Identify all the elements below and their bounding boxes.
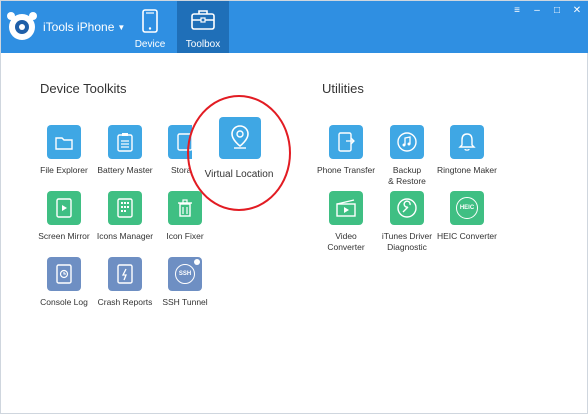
ssh-icon-text: SSH [175, 264, 195, 284]
toolbox-icon [191, 10, 215, 30]
tab-toolbox[interactable]: Toolbox [177, 1, 229, 53]
tool-video-converter[interactable]: Video Converter [311, 191, 381, 253]
folder-icon [47, 125, 81, 159]
tool-label: File Explorer [40, 165, 88, 175]
phone-transfer-icon [329, 125, 363, 159]
tab-toolbox-label: Toolbox [185, 39, 221, 50]
tool-label: Console Log [40, 297, 88, 307]
tool-ringtone-maker[interactable]: Ringtone Maker [432, 125, 502, 176]
wrench-icon [390, 191, 424, 225]
tool-label-line-2: & Restore [388, 176, 426, 186]
location-pin-icon [219, 117, 261, 159]
heic-icon-text: HEIC [456, 197, 478, 219]
phone-icon [142, 9, 158, 33]
tab-device-label: Device [134, 39, 166, 50]
tool-label: Icon Fixer [166, 231, 204, 241]
crash-report-icon [108, 257, 142, 291]
top-bar: iTools iPhone ▼ Device Toolbox ≡ – □ ✕ [1, 1, 588, 53]
tool-screen-mirror[interactable]: Screen Mirror [29, 191, 99, 242]
console-log-icon [47, 257, 81, 291]
virtual-location-label: Virtual Location [204, 169, 274, 180]
section-title-device-toolkits: Device Toolkits [40, 81, 127, 96]
tool-phone-transfer[interactable]: Phone Transfer [311, 125, 381, 176]
menu-icon[interactable]: ≡ [511, 5, 523, 17]
tool-label: Video Converter [311, 231, 381, 253]
close-icon[interactable]: ✕ [571, 5, 583, 17]
maximize-icon[interactable]: □ [551, 5, 563, 17]
music-note-icon [390, 125, 424, 159]
battery-clipboard-icon [108, 125, 142, 159]
tool-label: Ringtone Maker [436, 165, 497, 175]
grid-icon [108, 191, 142, 225]
tool-file-explorer[interactable]: File Explorer [29, 125, 99, 176]
tool-label-line-2: Diagnostic [387, 242, 427, 252]
window-controls: ≡ – □ ✕ [511, 5, 583, 17]
ssh-icon: SSH [168, 257, 202, 291]
heic-icon: HEIC [450, 191, 484, 225]
tool-ssh-tunnel[interactable]: SSH SSH Tunnel [150, 257, 220, 308]
tool-label: HEIC Converter [437, 231, 497, 241]
minimize-icon[interactable]: – [531, 5, 543, 17]
tool-virtual-location[interactable]: Virtual Location [187, 95, 291, 211]
section-title-utilities: Utilities [322, 81, 364, 96]
tab-device[interactable]: Device [124, 1, 176, 53]
tool-label-line-1: Backup [392, 165, 422, 175]
tool-label-line-1: Video [335, 231, 357, 241]
itools-logo-icon [7, 12, 37, 40]
tool-console-log[interactable]: Console Log [29, 257, 99, 308]
tool-battery-master[interactable]: Battery Master [90, 125, 160, 176]
tool-heic-converter[interactable]: HEIC HEIC Converter [432, 191, 502, 242]
video-clapper-icon [329, 191, 363, 225]
device-selector[interactable]: iTools iPhone [43, 20, 114, 34]
app-window: iTools iPhone ▼ Device Toolbox ≡ – □ ✕ D… [0, 0, 588, 414]
tool-label: Phone Transfer [316, 165, 376, 175]
tool-label: Battery Master [97, 165, 153, 175]
tool-label-line-1: iTunes Driver [381, 231, 433, 241]
brand: iTools iPhone ▼ [7, 9, 125, 45]
tool-label: Screen Mirror [38, 231, 90, 241]
status-dot-icon [194, 259, 200, 265]
tool-storage[interactable]: Stora [152, 125, 192, 176]
bell-icon [450, 125, 484, 159]
tool-label-line-2: Converter [327, 242, 365, 252]
screen-mirror-icon [47, 191, 81, 225]
tool-label: SSH Tunnel [162, 297, 208, 307]
